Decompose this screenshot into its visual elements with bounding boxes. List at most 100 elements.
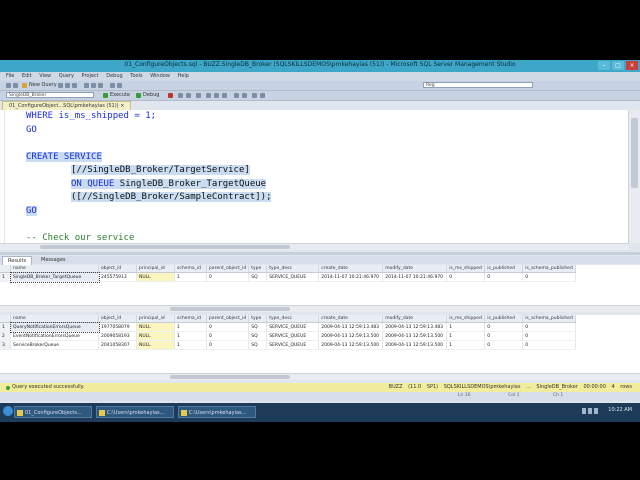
table-cell[interactable]: 0: [522, 331, 576, 341]
column-header[interactable]: principal_id: [136, 315, 175, 323]
outdent-icon[interactable]: [260, 93, 265, 98]
table-cell[interactable]: 2009-04-13 12:59:13.483: [382, 322, 448, 332]
new-query-button[interactable]: New Query: [29, 82, 57, 88]
indent-icon[interactable]: [252, 93, 257, 98]
comment-icon[interactable]: [234, 93, 239, 98]
column-header[interactable]: is_published: [484, 315, 524, 323]
table-cell[interactable]: 2009-04-13 12:59:13.483: [318, 322, 384, 332]
table-cell[interactable]: NULL: [136, 322, 175, 332]
table-cell[interactable]: 1: [446, 331, 486, 341]
column-header[interactable]: name: [10, 265, 99, 273]
table-cell[interactable]: 0: [522, 322, 576, 332]
column-header[interactable]: modify_date: [382, 265, 448, 273]
taskbar-item[interactable]: C:\Users\pmkehayias...: [178, 406, 256, 418]
table-row[interactable]: 2 EventNotificationErrorsQueue 2009058193 N…: [0, 331, 576, 341]
close-button[interactable]: ×: [626, 61, 638, 70]
table-cell[interactable]: 2009058193: [98, 331, 137, 341]
back-icon[interactable]: [6, 83, 11, 88]
table-cell[interactable]: 1: [446, 322, 486, 332]
open-file-icon[interactable]: [58, 83, 63, 88]
forward-icon[interactable]: [13, 83, 18, 88]
copy-icon[interactable]: [91, 83, 96, 88]
editor-scroll-thumb[interactable]: [631, 118, 638, 188]
table-row[interactable]: 3 ServiceBrokerQueue 2041058307 NULL 1 0 SQ SER…: [0, 340, 576, 350]
table-cell[interactable]: 2014-11-07 10:21:46.970: [318, 272, 384, 282]
table-cell[interactable]: SERVICE_QUEUE: [266, 322, 320, 332]
table-cell[interactable]: 0: [484, 272, 524, 282]
results-to-text-icon[interactable]: [214, 93, 219, 98]
table-cell[interactable]: 1: [174, 340, 207, 350]
table-cell[interactable]: NULL: [136, 331, 175, 341]
tab-messages[interactable]: Messages: [36, 256, 71, 264]
column-header[interactable]: principal_id: [136, 265, 175, 273]
debug-icon[interactable]: [136, 93, 141, 98]
maximize-button[interactable]: □: [612, 61, 624, 70]
table-cell[interactable]: 1977058079: [98, 322, 137, 332]
grid1-horizontal-scrollbar[interactable]: [0, 305, 640, 312]
parse-icon[interactable]: [178, 93, 183, 98]
results-to-file-icon[interactable]: [222, 93, 227, 98]
table-cell[interactable]: 0: [206, 322, 250, 332]
table-cell[interactable]: 2009-04-13 12:59:13.500: [382, 331, 448, 341]
redo-icon[interactable]: [117, 83, 122, 88]
new-query-icon[interactable]: [22, 83, 27, 88]
grid2-horizontal-scrollbar[interactable]: [0, 373, 640, 380]
table-cell[interactable]: 0: [206, 272, 250, 282]
column-header[interactable]: is_ms_shipped: [446, 315, 486, 323]
table-cell[interactable]: 0: [522, 272, 576, 282]
column-header[interactable]: type_desc: [266, 265, 320, 273]
table-cell[interactable]: 0: [446, 272, 486, 282]
tab-results[interactable]: Results: [2, 256, 33, 265]
table-cell[interactable]: SERVICE_QUEUE: [266, 272, 320, 282]
grid2-hscroll-thumb[interactable]: [170, 375, 290, 379]
query-options-icon[interactable]: [196, 93, 201, 98]
table-cell[interactable]: 1: [174, 272, 207, 282]
menu-help[interactable]: Help: [178, 72, 189, 81]
editor-hscroll-thumb[interactable]: [40, 245, 290, 249]
table-cell[interactable]: 2014-11-07 10:21:46.970: [382, 272, 448, 282]
column-header[interactable]: type: [248, 265, 268, 273]
menu-debug[interactable]: Debug: [106, 72, 122, 81]
uncomment-icon[interactable]: [242, 93, 247, 98]
minimize-button[interactable]: –: [598, 61, 610, 70]
table-cell[interactable]: 245575913: [98, 272, 137, 282]
column-header[interactable]: [0, 315, 11, 323]
table-cell[interactable]: 1: [446, 340, 486, 350]
column-header[interactable]: object_id: [98, 315, 137, 323]
column-header[interactable]: [0, 265, 11, 273]
paste-icon[interactable]: [98, 83, 103, 88]
document-tab[interactable]: 01_ConfigureObject...SQL\pmkehayias (51)…: [2, 101, 132, 110]
table-cell[interactable]: 2041058307: [98, 340, 137, 350]
editor-horizontal-scrollbar[interactable]: [0, 243, 629, 250]
find-combo[interactable]: Reg: [423, 82, 533, 88]
save-all-icon[interactable]: [72, 83, 77, 88]
execute-icon[interactable]: [103, 93, 108, 98]
table-cell[interactable]: 2009-04-13 12:59:13.500: [318, 340, 384, 350]
query-editor[interactable]: WHERE is_ms_shipped = 1; GO CREATE SERVI…: [0, 110, 629, 243]
column-header[interactable]: modify_date: [382, 315, 448, 323]
column-header[interactable]: is_schema_published: [522, 265, 576, 273]
cancel-query-icon[interactable]: [168, 93, 173, 98]
table-cell[interactable]: SERVICE_QUEUE: [266, 340, 320, 350]
results-grid-2[interactable]: name object_id principal_id schema_id parent…: [0, 315, 640, 377]
table-cell[interactable]: NULL: [136, 340, 175, 350]
table-row[interactable]: 1 SingleDB_Broker_TargetQueue 245575913 NUL…: [0, 271, 576, 283]
row-number[interactable]: 1: [0, 322, 11, 332]
row-number[interactable]: 3: [0, 340, 11, 350]
column-header[interactable]: schema_id: [174, 315, 207, 323]
table-cell[interactable]: 0: [206, 331, 250, 341]
results-grid-1[interactable]: name object_id principal_id schema_id parent…: [0, 265, 640, 305]
row-number[interactable]: 2: [0, 331, 11, 341]
menu-edit[interactable]: Edit: [22, 72, 32, 81]
table-cell[interactable]: 0: [206, 340, 250, 350]
table-cell[interactable]: SQ: [248, 331, 268, 341]
table-cell[interactable]: NULL: [136, 272, 175, 282]
column-header[interactable]: is_schema_published: [522, 315, 576, 323]
table-cell[interactable]: 0: [484, 340, 524, 350]
table-cell[interactable]: SingleDB_Broker_TargetQueue: [9, 271, 100, 283]
column-header[interactable]: type: [248, 315, 268, 323]
row-number[interactable]: 1: [0, 272, 11, 282]
table-cell[interactable]: 0: [484, 331, 524, 341]
table-cell[interactable]: SQ: [248, 340, 268, 350]
start-button[interactable]: [3, 406, 13, 416]
